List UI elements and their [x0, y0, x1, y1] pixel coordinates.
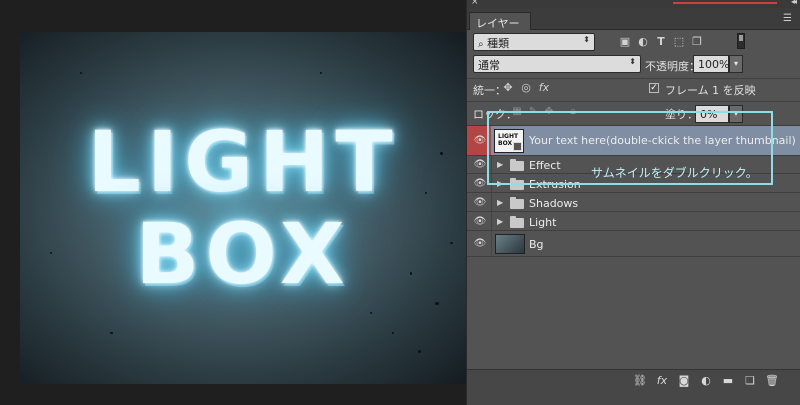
- layer-name[interactable]: Extrusion: [529, 178, 581, 191]
- opacity-dropdown-icon[interactable]: ▾: [729, 55, 743, 73]
- propagate-frame-checkbox[interactable]: ✓: [649, 83, 659, 93]
- expand-triangle-icon[interactable]: ▶: [497, 217, 503, 226]
- filter-shape-icon[interactable]: ⬚: [673, 36, 685, 48]
- layer-name[interactable]: Effect: [529, 159, 561, 172]
- opacity-field[interactable]: 100%: [693, 55, 729, 73]
- eye-icon[interactable]: 👁︎: [471, 178, 489, 189]
- filter-kind-select[interactable]: ⌕ 種類 ⬍: [473, 33, 595, 51]
- layer-name[interactable]: Your text here(double-ckick the layer th…: [529, 134, 796, 147]
- bg-thumbnail[interactable]: [495, 234, 525, 254]
- annotation-text: サムネイルをダブルクリック。: [591, 166, 758, 180]
- layer-row-light[interactable]: 👁︎ ▶ Light: [467, 212, 800, 231]
- layers-panel: × ◂◂ レイヤー ☰ ⌕ 種類 ⬍ ▣ ◐ T ⬚ ❐ 通常 ⬍ 不透明度： …: [466, 0, 800, 405]
- panel-footer: [467, 391, 800, 405]
- delete-layer-icon[interactable]: 🗑︎: [765, 374, 779, 388]
- layer-row-smart-object[interactable]: 👁︎ LIGHT BOX Your text here(double-ckick…: [467, 126, 800, 156]
- unify-style-icon[interactable]: fx: [537, 81, 551, 95]
- expand-triangle-icon[interactable]: ▶: [497, 198, 503, 207]
- divider: [467, 78, 800, 79]
- new-layer-icon[interactable]: ❏: [743, 374, 757, 388]
- lock-position-icon[interactable]: ✥: [543, 106, 555, 118]
- filter-adjustment-icon[interactable]: ◐: [637, 36, 649, 48]
- folder-icon: [510, 216, 524, 228]
- search-icon: ⌕: [478, 39, 484, 50]
- filter-smart-object-icon[interactable]: ❐: [691, 36, 703, 48]
- updown-arrow-icon: ⬍: [629, 57, 636, 66]
- fill-dropdown-icon[interactable]: ▾: [729, 105, 743, 123]
- blend-mode-select[interactable]: 通常 ⬍: [473, 55, 641, 73]
- blend-mode-value: 通常: [478, 59, 500, 72]
- unify-row: 統一： ✥ ◎ fx ✓ フレーム 1 を反映: [467, 80, 800, 100]
- updown-arrow-icon: ⬍: [583, 35, 590, 44]
- filter-kind-value: 種類: [487, 37, 510, 50]
- lock-transparent-icon[interactable]: ▦: [511, 106, 523, 118]
- smart-object-thumbnail[interactable]: LIGHT BOX: [494, 129, 524, 153]
- filter-type-icon[interactable]: T: [655, 36, 667, 48]
- lock-image-icon[interactable]: ✎: [527, 106, 539, 118]
- add-mask-icon[interactable]: ◙: [677, 374, 691, 388]
- new-adjustment-icon[interactable]: ◐: [699, 374, 713, 388]
- blend-row: 通常 ⬍ 不透明度： 100% ▾: [467, 55, 800, 75]
- layer-row-shadows[interactable]: 👁︎ ▶ Shadows: [467, 193, 800, 212]
- layer-list: 👁︎ LIGHT BOX Your text here(double-ckick…: [467, 125, 800, 369]
- smart-object-badge-icon: [513, 142, 522, 151]
- document-canvas[interactable]: LIGHT BOX: [0, 0, 466, 405]
- panel-menu-icon[interactable]: ☰: [783, 14, 795, 24]
- layer-name[interactable]: Bg: [529, 238, 544, 251]
- folder-icon: [510, 178, 524, 190]
- collapse-icon[interactable]: ◂◂: [791, 0, 797, 6]
- layer-row-bg[interactable]: 👁︎ Bg: [467, 231, 800, 257]
- fill-label: 塗り：: [665, 108, 698, 121]
- layer-name[interactable]: Light: [529, 216, 556, 229]
- eye-icon[interactable]: 👁︎: [471, 238, 489, 249]
- eye-icon[interactable]: 👁︎: [471, 159, 489, 170]
- propagate-frame-label: フレーム 1 を反映: [665, 84, 756, 97]
- progress-line: [673, 2, 777, 4]
- tab-layers[interactable]: レイヤー: [469, 12, 531, 30]
- lock-row: ロック： ▦ ✎ ✥ 🔒︎ 塗り： 0% ▾: [467, 104, 800, 124]
- filter-row: ⌕ 種類 ⬍ ▣ ◐ T ⬚ ❐: [467, 33, 800, 53]
- expand-triangle-icon[interactable]: ▶: [497, 160, 503, 169]
- lock-all-icon[interactable]: 🔒︎: [567, 106, 579, 118]
- panel-tab-bar: レイヤー ☰: [467, 8, 800, 30]
- fill-field[interactable]: 0%: [695, 105, 729, 123]
- eye-icon[interactable]: 👁︎: [471, 216, 489, 227]
- divider: [467, 101, 800, 102]
- new-group-icon[interactable]: ▬: [721, 374, 735, 388]
- eye-icon[interactable]: 👁︎: [471, 197, 489, 208]
- opacity-label: 不透明度：: [645, 60, 700, 73]
- artwork-light-box: LIGHT BOX: [20, 32, 466, 384]
- artwork-text-light: LIGHT: [87, 113, 399, 211]
- eye-icon[interactable]: 👁︎: [471, 135, 489, 146]
- close-icon[interactable]: ×: [471, 0, 479, 7]
- folder-icon: [510, 159, 524, 171]
- filter-toggle[interactable]: [737, 33, 745, 49]
- filter-pixel-icon[interactable]: ▣: [619, 36, 631, 48]
- unify-visibility-icon[interactable]: ◎: [519, 81, 533, 95]
- artwork-text-box: BOX: [135, 205, 351, 303]
- layer-name[interactable]: Shadows: [529, 197, 578, 210]
- folder-icon: [510, 197, 524, 209]
- add-layer-style-icon[interactable]: fx: [655, 374, 669, 388]
- unify-position-icon[interactable]: ✥: [501, 81, 515, 95]
- panel-top-strip: × ◂◂: [467, 0, 800, 8]
- link-layers-icon[interactable]: ⛓︎: [633, 374, 647, 388]
- expand-triangle-icon[interactable]: ▶: [497, 179, 503, 188]
- panel-bottom-bar: ⛓︎ fx ◙ ◐ ▬ ❏ 🗑︎: [467, 369, 800, 391]
